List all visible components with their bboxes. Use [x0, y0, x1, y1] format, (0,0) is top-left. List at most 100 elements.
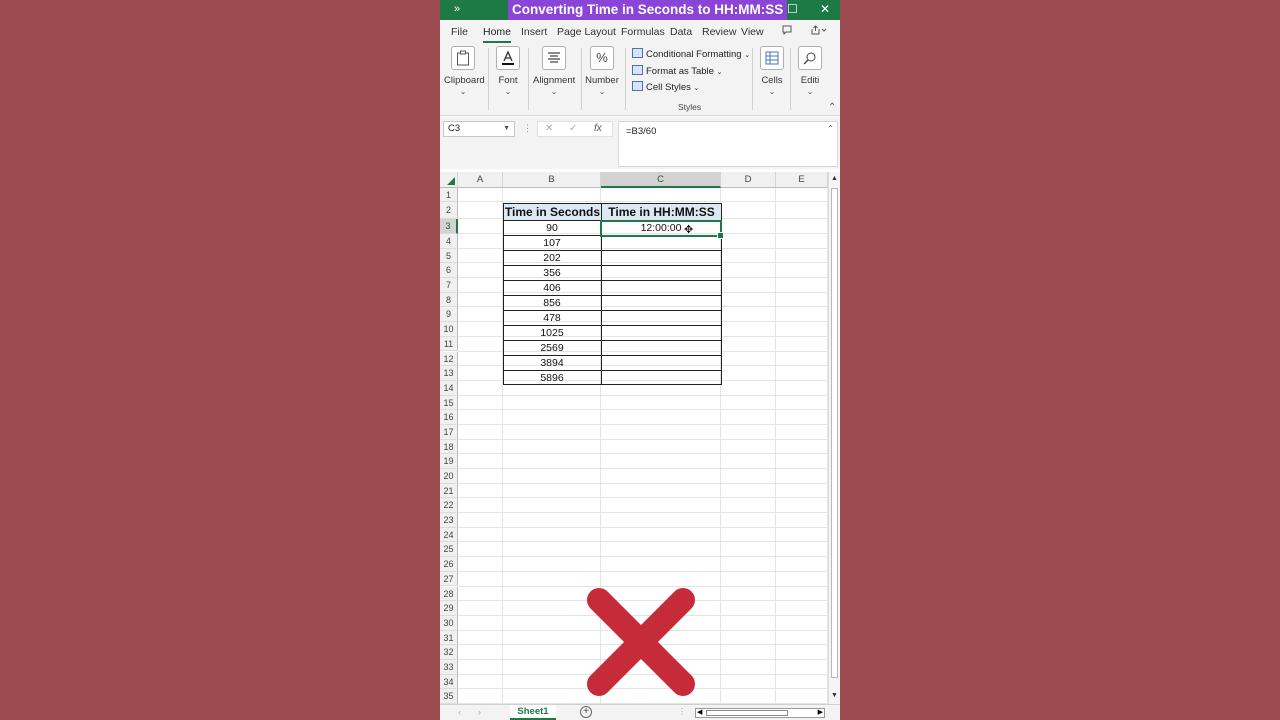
- add-sheet-icon[interactable]: +: [580, 706, 592, 718]
- sheet-tab-sheet1[interactable]: Sheet1: [510, 705, 556, 720]
- row-header-23[interactable]: 23: [440, 513, 458, 528]
- tab-formulas[interactable]: Formulas: [621, 26, 665, 38]
- row-header-16[interactable]: 16: [440, 410, 458, 425]
- row-header-27[interactable]: 27: [440, 571, 458, 587]
- row-header-32[interactable]: 32: [440, 645, 458, 660]
- cell-b7[interactable]: 406: [503, 281, 601, 296]
- row-header-5[interactable]: 5: [440, 248, 458, 264]
- column-header-c[interactable]: C: [601, 172, 721, 188]
- row-header-6[interactable]: 6: [440, 263, 458, 279]
- column-header-a[interactable]: A: [458, 172, 503, 188]
- row-header-19[interactable]: 19: [440, 454, 458, 469]
- tab-review[interactable]: Review: [702, 26, 736, 38]
- close-icon[interactable]: ✕: [820, 2, 830, 16]
- row-header-14[interactable]: 14: [440, 380, 458, 396]
- cell-b6[interactable]: 356: [503, 266, 601, 281]
- worksheet-grid[interactable]: A B C D E 1 2 3 4 5 6 7 8 9 10 11 12 13 14 15 16 17 18 19 2…: [440, 172, 840, 704]
- cell-b10[interactable]: 1025: [503, 326, 601, 341]
- row-header-17[interactable]: 17: [440, 424, 458, 440]
- row-header-20[interactable]: 20: [440, 469, 458, 484]
- font-group[interactable]: Font ⌄: [495, 46, 521, 96]
- row-header-8[interactable]: 8: [440, 292, 458, 308]
- scroll-left-icon[interactable]: ◀: [697, 708, 702, 716]
- format-as-table-button[interactable]: Format as Table ⌄: [632, 65, 722, 77]
- editing-group[interactable]: Editi ⌄: [795, 46, 825, 96]
- tab-home[interactable]: Home: [483, 26, 512, 43]
- conditional-formatting-button[interactable]: Conditional Formatting ⌄: [632, 48, 750, 60]
- cell-b5[interactable]: 202: [503, 251, 601, 266]
- row-header-25[interactable]: 25: [440, 542, 458, 558]
- select-all-corner[interactable]: [440, 172, 458, 188]
- cells-group[interactable]: Cells ⌄: [758, 46, 786, 96]
- scroll-down-icon[interactable]: ▼: [831, 692, 838, 699]
- column-header-e[interactable]: E: [776, 172, 828, 188]
- collapse-ribbon-icon[interactable]: ⌃: [828, 102, 836, 113]
- row-header-26[interactable]: 26: [440, 557, 458, 572]
- row-header-12[interactable]: 12: [440, 351, 458, 367]
- row-header-2[interactable]: 2: [440, 202, 458, 220]
- cell-b11[interactable]: 2569: [503, 341, 601, 356]
- horizontal-scrollbar[interactable]: ◀ ▶: [695, 708, 825, 718]
- row-header-22[interactable]: 22: [440, 498, 458, 514]
- insert-function-icon[interactable]: fx: [594, 123, 602, 134]
- row-header-21[interactable]: 21: [440, 483, 458, 499]
- comments-icon[interactable]: [776, 25, 798, 41]
- scroll-right-icon[interactable]: ▶: [818, 708, 823, 716]
- cell-b4[interactable]: 107: [503, 236, 601, 251]
- row-header-31[interactable]: 31: [440, 630, 458, 646]
- cell-b3[interactable]: 90: [503, 221, 601, 236]
- cell-b12[interactable]: 3894: [503, 356, 601, 371]
- tab-file[interactable]: File: [451, 26, 468, 38]
- row-header-24[interactable]: 24: [440, 527, 458, 543]
- vertical-scrollbar[interactable]: ▲ ▼: [828, 172, 840, 704]
- cell-b13[interactable]: 5896: [503, 371, 601, 386]
- header-time-hhmmss[interactable]: Time in HH:MM:SS: [601, 203, 722, 221]
- next-sheet-icon[interactable]: ›: [478, 707, 481, 717]
- header-time-in-seconds[interactable]: Time in Seconds: [503, 203, 602, 221]
- row-header-30[interactable]: 30: [440, 615, 458, 631]
- formula-bar: C3 ▼ ⋮ ✕ ✓ fx =B3/60 ⌃: [440, 117, 840, 169]
- number-group[interactable]: % Number ⌄: [585, 46, 619, 96]
- scroll-up-icon[interactable]: ▲: [831, 175, 838, 182]
- row-header-3[interactable]: 3: [440, 219, 458, 234]
- horizontal-scroll-thumb[interactable]: [706, 710, 788, 716]
- active-cell-selection[interactable]: [600, 220, 724, 239]
- row-header-4[interactable]: 4: [440, 234, 458, 249]
- cancel-icon[interactable]: ✕: [545, 123, 553, 134]
- row-header-1[interactable]: 1: [440, 188, 458, 203]
- more-icon[interactable]: ⋮: [523, 123, 532, 134]
- alignment-group[interactable]: Alignment ⌄: [533, 46, 575, 96]
- row-header-10[interactable]: 10: [440, 322, 458, 337]
- chevron-down-icon[interactable]: ▼: [503, 122, 510, 136]
- collapse-formula-icon[interactable]: ⌃: [827, 124, 834, 133]
- cell-b8[interactable]: 856: [503, 296, 601, 311]
- row-header-13[interactable]: 13: [440, 366, 458, 381]
- restore-icon[interactable]: ☐: [787, 2, 798, 16]
- row-header-28[interactable]: 28: [440, 586, 458, 602]
- share-icon[interactable]: [806, 25, 832, 41]
- row-header-11[interactable]: 11: [440, 336, 458, 352]
- tab-view[interactable]: View: [741, 26, 764, 38]
- row-header-7[interactable]: 7: [440, 278, 458, 293]
- name-box[interactable]: C3 ▼: [443, 121, 515, 137]
- row-header-9[interactable]: 9: [440, 307, 458, 323]
- tab-page-layout[interactable]: Page Layout: [557, 26, 616, 38]
- row-header-33[interactable]: 33: [440, 659, 458, 675]
- row-header-18[interactable]: 18: [440, 439, 458, 455]
- enter-icon[interactable]: ✓: [569, 123, 577, 134]
- row-header-34[interactable]: 34: [440, 674, 458, 690]
- column-header-d[interactable]: D: [721, 172, 776, 188]
- quick-access-chevron-icon[interactable]: »: [454, 3, 460, 15]
- column-header-b[interactable]: B: [503, 172, 601, 188]
- prev-sheet-icon[interactable]: ‹: [458, 707, 461, 717]
- clipboard-group[interactable]: Clipboard ⌄: [444, 46, 485, 96]
- cell-b9[interactable]: 478: [503, 311, 601, 326]
- formula-input[interactable]: =B3/60 ⌃: [618, 121, 838, 167]
- cell-styles-button[interactable]: Cell Styles ⌄: [632, 81, 699, 93]
- tab-insert[interactable]: Insert: [521, 26, 547, 38]
- row-header-29[interactable]: 29: [440, 601, 458, 616]
- vertical-scroll-thumb[interactable]: [831, 188, 838, 678]
- row-header-15[interactable]: 15: [440, 395, 458, 411]
- row-header-35[interactable]: 35: [440, 689, 458, 704]
- tab-data[interactable]: Data: [670, 26, 692, 38]
